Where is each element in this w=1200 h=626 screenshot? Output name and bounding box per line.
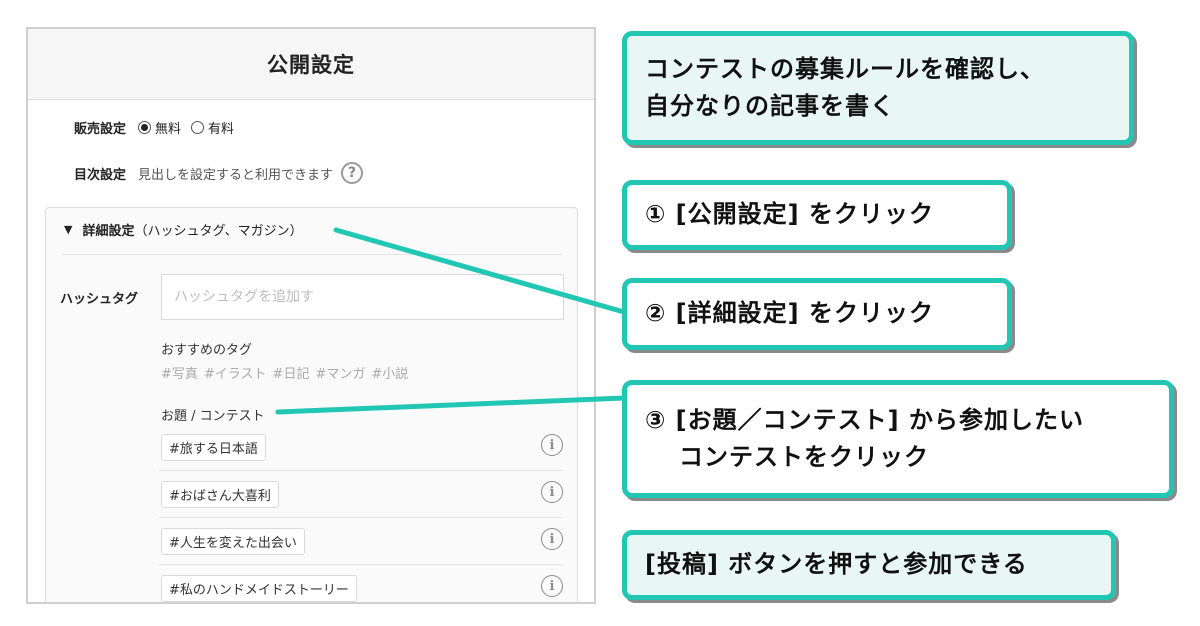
sales-setting-label: 販売設定 xyxy=(74,122,127,137)
details-label: 詳細設定 xyxy=(82,224,135,239)
toc-setting-label: 目次設定 xyxy=(74,167,127,183)
sales-setting-row: 販売設定 無料 有料 xyxy=(74,118,244,137)
details-sub-label: （ハッシュタグ、マガジン） xyxy=(134,224,303,239)
callout-step1: ① [公開設定] をクリック xyxy=(622,180,1012,250)
recommended-tags: #写真 #イラスト #日記 #マンガ #小説 xyxy=(161,363,408,382)
info-icon[interactable]: i xyxy=(541,528,563,550)
radio-paid-label[interactable]: 有料 xyxy=(208,118,234,137)
triangle-down-icon: ▼ xyxy=(64,223,73,236)
callout-step3: ③ [お題／コンテスト] から参加したい コンテストをクリック xyxy=(622,380,1174,498)
recommended-tag[interactable]: #写真 xyxy=(161,363,198,382)
callout-step3-line: コンテストをクリック xyxy=(679,443,929,471)
contest-title: お題 / コンテスト xyxy=(161,409,265,424)
contest-tag[interactable]: #人生を変えた出会い xyxy=(161,528,305,555)
info-icon[interactable]: i xyxy=(541,575,563,597)
info-icon[interactable]: i xyxy=(541,481,563,503)
callout-step3-line: ③ [お題／コンテスト] から参加したい xyxy=(645,405,1084,434)
contest-tag[interactable]: #私のハンドメイドストーリー xyxy=(161,575,357,602)
callout-step2: ② [詳細設定] をクリック xyxy=(622,278,1012,350)
panel-title: 公開設定 xyxy=(267,53,355,77)
radio-free[interactable] xyxy=(138,121,152,134)
info-icon[interactable]: i xyxy=(541,434,563,456)
callout-step4: [投稿] ボタンを押すと参加できる xyxy=(622,530,1116,600)
callout-main: コンテストの募集ルールを確認し、 自分なりの記事を書く xyxy=(622,31,1134,145)
contest-tag[interactable]: #旅する日本語 xyxy=(161,434,266,461)
callout-step1-text: ① [公開設定] をクリック xyxy=(645,200,934,229)
contest-row: #人生を変えた出会い i xyxy=(159,518,563,565)
hashtag-label: ハッシュタグ xyxy=(60,292,139,307)
divider xyxy=(62,254,562,255)
recommended-tag[interactable]: #日記 xyxy=(273,363,310,382)
callout-step4-text: [投稿] ボタンを押すと参加できる xyxy=(645,550,1028,579)
contest-row: #旅する日本語 i xyxy=(159,424,563,471)
publish-settings-panel: 公開設定 販売設定 無料 有料 目次設定 見出しを設定すると利用できます ? ▼… xyxy=(26,27,596,604)
contest-tag[interactable]: #おばさん大喜利 xyxy=(161,481,279,508)
recommended-tags-title: おすすめのタグ xyxy=(161,343,253,358)
radio-free-label[interactable]: 無料 xyxy=(155,118,181,137)
details-section: ▼ 詳細設定 （ハッシュタグ、マガジン） ハッシュタグ おすすめのタグ #写真 … xyxy=(45,207,578,602)
recommended-tag[interactable]: #イラスト xyxy=(204,363,267,382)
radio-paid[interactable] xyxy=(191,121,205,134)
details-toggle[interactable]: ▼ 詳細設定 （ハッシュタグ、マガジン） xyxy=(64,220,303,239)
toc-setting-text: 見出しを設定すると利用できます xyxy=(138,167,334,183)
callout-main-line: コンテストの募集ルールを確認し、 xyxy=(645,54,1045,83)
recommended-tag[interactable]: #マンガ xyxy=(315,363,365,382)
contest-row: #おばさん大喜利 i xyxy=(159,471,563,518)
recommended-tag[interactable]: #小説 xyxy=(371,363,408,382)
panel-header: 公開設定 xyxy=(28,29,594,100)
toc-setting-row: 目次設定 見出しを設定すると利用できます ? xyxy=(74,162,364,184)
help-icon[interactable]: ? xyxy=(341,162,364,184)
callout-step2-text: ② [詳細設定] をクリック xyxy=(645,299,934,328)
contest-row: #私のハンドメイドストーリー i xyxy=(159,565,563,602)
callout-main-line: 自分なりの記事を書く xyxy=(645,92,895,120)
hashtag-input[interactable] xyxy=(161,274,564,320)
